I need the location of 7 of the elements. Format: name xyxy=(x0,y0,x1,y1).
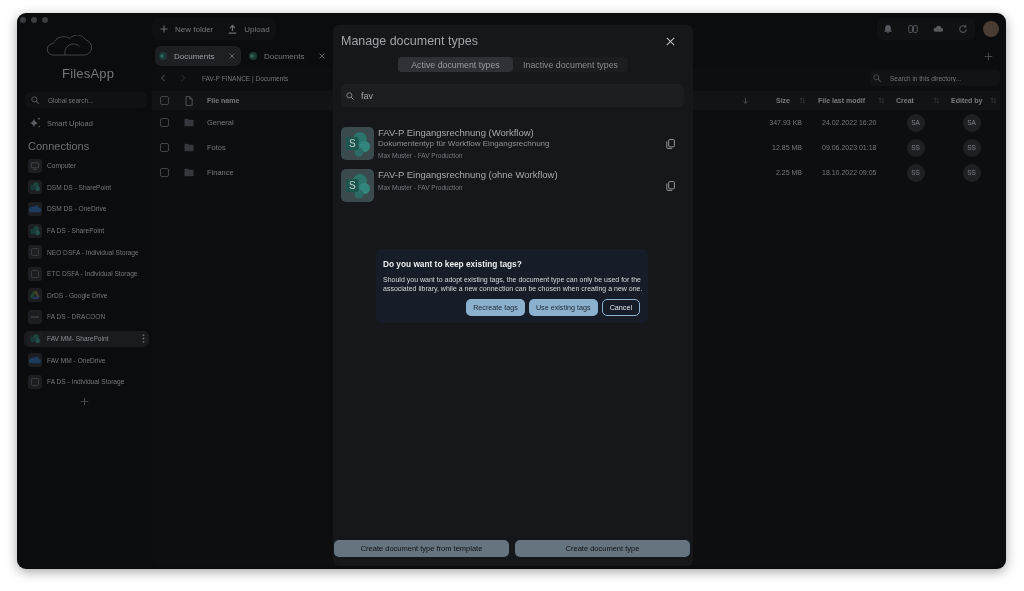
library-logo-icon: S xyxy=(341,169,374,202)
modal-title: Manage document types xyxy=(341,34,478,48)
dialog-title: Do you want to keep existing tags? xyxy=(383,258,523,270)
section-heading: Connections xyxy=(28,139,90,154)
app-name: FilesApp xyxy=(62,67,115,81)
document-type-description: Dokumententyp für Workflow Eingangsrechnung xyxy=(378,139,550,149)
library-logo-icon: S xyxy=(341,127,374,160)
